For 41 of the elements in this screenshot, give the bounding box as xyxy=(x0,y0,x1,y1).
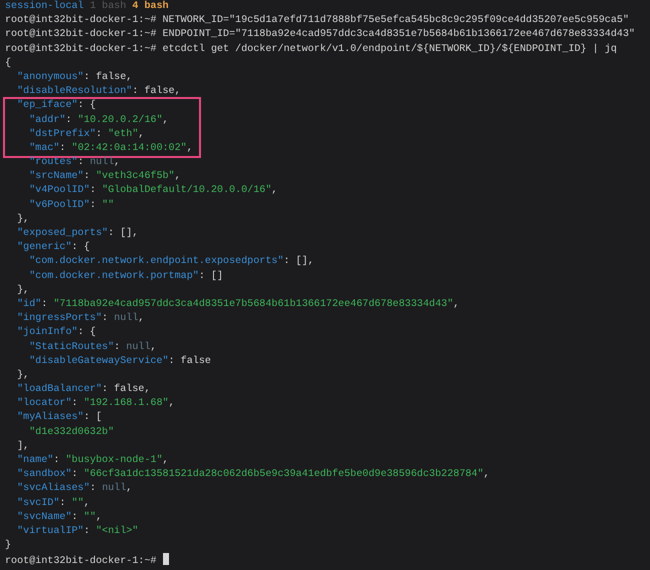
session-name: session-local xyxy=(5,1,84,12)
terminal-line: "srcName": "veth3c46f5b", xyxy=(28,170,182,184)
terminal-line: "joinInfo": { xyxy=(16,326,97,340)
terminal-line: "com.docker.network.portmap": [] xyxy=(28,270,224,284)
terminal-line: "StaticRoutes": null, xyxy=(28,340,158,355)
terminal-line: "loadBalancer": false, xyxy=(16,383,152,398)
terminal-line: "generic": { xyxy=(16,241,91,256)
terminal-line: } xyxy=(5,539,12,554)
terminal-line: }, xyxy=(16,212,30,227)
terminal-line: "locator": "192.168.1.68", xyxy=(16,397,176,412)
terminal-line: }, xyxy=(16,368,30,383)
terminal-line: "exposed_ports": [], xyxy=(16,227,140,242)
terminal-line: "sandbox": "66cf3a1dc13581521da28c062d6b5e9c39a41edbfe5be0d9e38596dc3b228784", xyxy=(16,468,491,482)
terminal-line: "svcName": "", xyxy=(16,510,103,525)
terminal-line: "addr": "10.20.0.2/16", xyxy=(28,114,170,128)
terminal-line: "mac": "02:42:0a:14:00:02", xyxy=(28,142,193,156)
terminal-line: root@int32bit-docker-1:~# xyxy=(5,553,645,568)
terminal-line: "v6PoolID": "" xyxy=(28,198,116,213)
window-tab[interactable]: 4 bash xyxy=(132,1,169,12)
terminal-line: root@int32bit-docker-1:~# ENDPOINT_ID="7118ba92e4cad957ddc3ca4d8351e7b5684b61b1366172ee467d678e83334d43" xyxy=(5,28,636,42)
terminal-line: { xyxy=(5,56,12,71)
terminal-line: "d1e332d0632b" xyxy=(28,426,116,440)
terminal-line: "com.docker.network.endpoint.exposedports": [], xyxy=(28,255,315,270)
terminal-line: "disableResolution": false, xyxy=(16,85,182,100)
terminal-line: root@int32bit-docker-1:~# NETWORK_ID="19c5d1a7efd711d7888bf75e5efca545bc8c9c295f09ce4dd35207ee5c959ca5" xyxy=(5,14,630,28)
terminal-line: ], xyxy=(16,440,30,454)
terminal-line: "anonymous": false, xyxy=(16,70,134,85)
terminal-line: "routes": null, xyxy=(28,156,122,170)
terminal-line: "virtualIP": "<nil>" xyxy=(16,524,140,539)
terminal-line: "name": "busybox-node-1", xyxy=(16,454,170,468)
terminal-line: "v4PoolID": "GlobalDefault/10.20.0.0/16", xyxy=(28,184,279,198)
terminal-line: "svcAliases": null, xyxy=(16,482,134,496)
terminal-line: "dstPrefix": "eth", xyxy=(28,128,146,142)
terminal-line: "myAliases": [ xyxy=(16,411,103,426)
terminal-line: "svcID": "", xyxy=(16,496,91,511)
terminal-line: "disableGatewayService": false xyxy=(28,354,212,369)
terminal-line: "id": "7118ba92e4cad957ddc3ca4d8351e7b5684b61b1366172ee467d678e83334d43", xyxy=(16,298,460,312)
terminal-line: }, xyxy=(16,284,30,298)
terminal-line: "ep_iface": { xyxy=(16,99,97,114)
terminal-line: root@int32bit-docker-1:~# etcdctl get /docker/network/v1.0/endpoint/${NETWORK_ID}/${ENDPOINT_ID} | jq xyxy=(5,42,618,57)
terminal-line: "ingressPorts": null, xyxy=(16,312,146,326)
